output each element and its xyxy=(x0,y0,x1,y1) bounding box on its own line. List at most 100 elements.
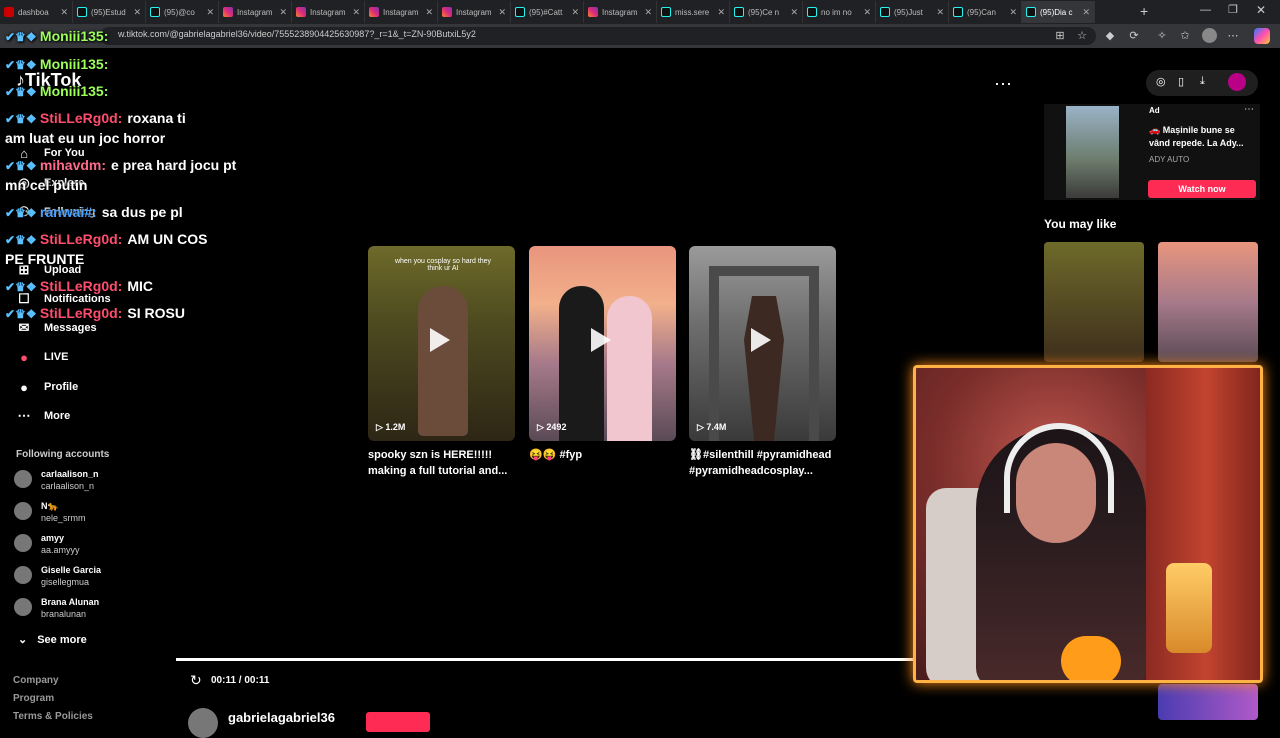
browser-tab[interactable]: (95)#Catt ✕ xyxy=(511,1,584,23)
footer-link[interactable]: Terms & Policies xyxy=(13,711,93,722)
following-account[interactable]: amyy aa.amyyy xyxy=(14,532,80,556)
chat-text: SI ROSU xyxy=(127,305,185,321)
close-tab-icon[interactable]: ✕ xyxy=(717,7,725,18)
account-name: amyy xyxy=(41,533,65,543)
following-account[interactable]: N🐆 nele_srmm xyxy=(14,500,86,524)
browser-tab[interactable]: (95)Just ✕ xyxy=(876,1,949,23)
footer-link[interactable]: Company xyxy=(13,675,59,686)
profile-avatar[interactable] xyxy=(1202,28,1217,43)
footer-link[interactable]: Program xyxy=(13,693,54,704)
bookmark-star-icon[interactable]: ☆ xyxy=(1075,29,1089,43)
browser-tab[interactable]: Instagram ✕ xyxy=(365,1,438,23)
replay-icon[interactable]: ↻ xyxy=(190,672,202,689)
close-tab-icon[interactable]: ✕ xyxy=(863,7,871,18)
browser-tab[interactable]: Instagram ✕ xyxy=(219,1,292,23)
browser-tab[interactable]: Instagram ✕ xyxy=(438,1,511,23)
close-window-button[interactable]: ✕ xyxy=(1256,3,1266,17)
play-icon xyxy=(751,328,771,352)
ad-more-icon[interactable]: ⋯ xyxy=(1244,104,1254,115)
creator-avatar[interactable] xyxy=(188,708,218,738)
views-label: 1.2M xyxy=(385,422,406,432)
account-handle: gisellegmua xyxy=(41,577,90,587)
close-tab-icon[interactable]: ✕ xyxy=(206,7,214,18)
browser-tab[interactable]: Instagram ✕ xyxy=(584,1,657,23)
refresh-extension-icon[interactable]: ⟳ xyxy=(1127,29,1141,43)
browser-tab[interactable]: dashboa ✕ xyxy=(0,1,73,23)
maximize-button[interactable]: ❐ xyxy=(1228,3,1238,16)
video-caption-1[interactable]: spooky szn is HERE!!!!! making a full tu… xyxy=(368,447,514,479)
copilot-icon[interactable] xyxy=(1254,28,1270,44)
puzzle-icon[interactable]: ✧ xyxy=(1155,29,1169,43)
live-icon: ● xyxy=(20,349,28,365)
views-label: 7.4M xyxy=(706,422,727,432)
browser-tab[interactable]: (95)Ce n ✕ xyxy=(730,1,803,23)
speed-icon[interactable]: ◎ xyxy=(1156,75,1166,88)
close-tab-icon[interactable]: ✕ xyxy=(425,7,433,18)
instagram-icon xyxy=(223,7,233,17)
video-card-1[interactable]: when you cosplay so hard they think ur A… xyxy=(368,246,515,441)
following-account[interactable]: Brana Alunan branalunan xyxy=(14,596,99,620)
chat-username: ranwai#: xyxy=(39,204,97,220)
tab-label: no im no xyxy=(821,7,852,17)
close-tab-icon[interactable]: ✕ xyxy=(790,7,798,18)
sidebar-item-live[interactable]: ● LIVE xyxy=(14,347,68,367)
menu-dots-icon[interactable]: ⋯ xyxy=(1226,29,1240,43)
ad-card[interactable]: Ad ⋯ 🚗 Mașinile bune se vând repede. La … xyxy=(1044,104,1260,200)
tab-label: Instagram xyxy=(310,7,346,17)
browser-tab[interactable]: miss.sere ✕ xyxy=(657,1,730,23)
close-tab-icon[interactable]: ✕ xyxy=(133,7,141,18)
badge-icon: ✔♛❖ xyxy=(5,30,40,44)
close-tab-icon[interactable]: ✕ xyxy=(571,7,579,18)
account-text: amyy aa.amyyy xyxy=(41,532,80,556)
chat-username: Moniii135: xyxy=(39,83,109,99)
video-caption-2[interactable]: 😝😝 #fyp xyxy=(529,447,675,463)
avatar: ● xyxy=(20,379,28,395)
following-account[interactable]: carlaalison_n carlaalison_n xyxy=(14,468,99,492)
close-tab-icon[interactable]: ✕ xyxy=(279,7,287,18)
translate-icon[interactable]: ⊞ xyxy=(1053,29,1067,43)
sidebar-item-more[interactable]: ⋯ More xyxy=(14,406,71,426)
browser-tab[interactable]: (95)Dia c ✕ xyxy=(1022,1,1095,23)
tab-label: (95)Dia c xyxy=(1040,7,1073,17)
more-options-icon[interactable]: ⋯ xyxy=(994,74,1012,95)
browser-tab[interactable]: no im no ✕ xyxy=(803,1,876,23)
creator-name[interactable]: gabrielagabriel36 xyxy=(228,710,335,725)
favorites-icon[interactable]: ✩ xyxy=(1178,29,1192,43)
close-tab-icon[interactable]: ✕ xyxy=(352,7,360,18)
browser-tab[interactable]: (95)Can ✕ xyxy=(949,1,1022,23)
follow-button[interactable] xyxy=(366,712,430,732)
video-caption-3[interactable]: ⛓#silenthill #pyramidhead #pyramidheadco… xyxy=(689,447,835,479)
browser-tab[interactable]: (95)@co ✕ xyxy=(146,1,219,23)
url-text[interactable]: w.tiktok.com/@gabrielagabriel36/video/75… xyxy=(118,29,476,39)
suggestion-thumb-1[interactable] xyxy=(1044,242,1144,362)
suggestion-thumb-3[interactable] xyxy=(1158,684,1258,720)
see-more-button[interactable]: ⌄ See more xyxy=(18,633,87,646)
following-account[interactable]: Giselle Garcia gisellegmua xyxy=(14,564,101,588)
suggestion-thumb-2[interactable] xyxy=(1158,242,1258,362)
video-progress-bar[interactable] xyxy=(176,658,916,661)
new-tab-button[interactable]: + xyxy=(1140,3,1148,19)
browser-tab[interactable]: Instagram ✕ xyxy=(292,1,365,23)
close-tab-icon[interactable]: ✕ xyxy=(644,7,652,18)
close-tab-icon[interactable]: ✕ xyxy=(936,7,944,18)
close-tab-icon[interactable]: ✕ xyxy=(1009,7,1017,18)
video-card-2[interactable]: ▷ 2492 xyxy=(529,246,676,441)
tab-label: Instagram xyxy=(602,7,638,17)
close-tab-icon[interactable]: ✕ xyxy=(60,7,68,18)
tiktok-icon xyxy=(953,7,963,17)
close-tab-icon[interactable]: ✕ xyxy=(498,7,506,18)
extension-icon[interactable]: ◆ xyxy=(1103,29,1117,43)
account-handle: branalunan xyxy=(41,609,87,619)
sidebar-item-label: Profile xyxy=(44,381,79,393)
close-tab-icon[interactable]: ✕ xyxy=(1082,7,1090,18)
person-figure-right xyxy=(607,296,652,441)
sidebar-item-profile[interactable]: ● Profile xyxy=(14,377,78,397)
watch-now-button[interactable]: Watch now xyxy=(1148,180,1256,198)
browser-tab[interactable]: (95)Estud ✕ xyxy=(73,1,146,23)
video-card-3[interactable]: ▷ 7.4M xyxy=(689,246,836,441)
minimize-button[interactable]: — xyxy=(1200,4,1211,16)
download-icon[interactable]: ⤓ xyxy=(1200,75,1205,88)
account-text: N🐆 nele_srmm xyxy=(41,500,86,524)
user-avatar[interactable] xyxy=(1228,73,1246,91)
device-icon[interactable]: ▯ xyxy=(1178,75,1184,88)
